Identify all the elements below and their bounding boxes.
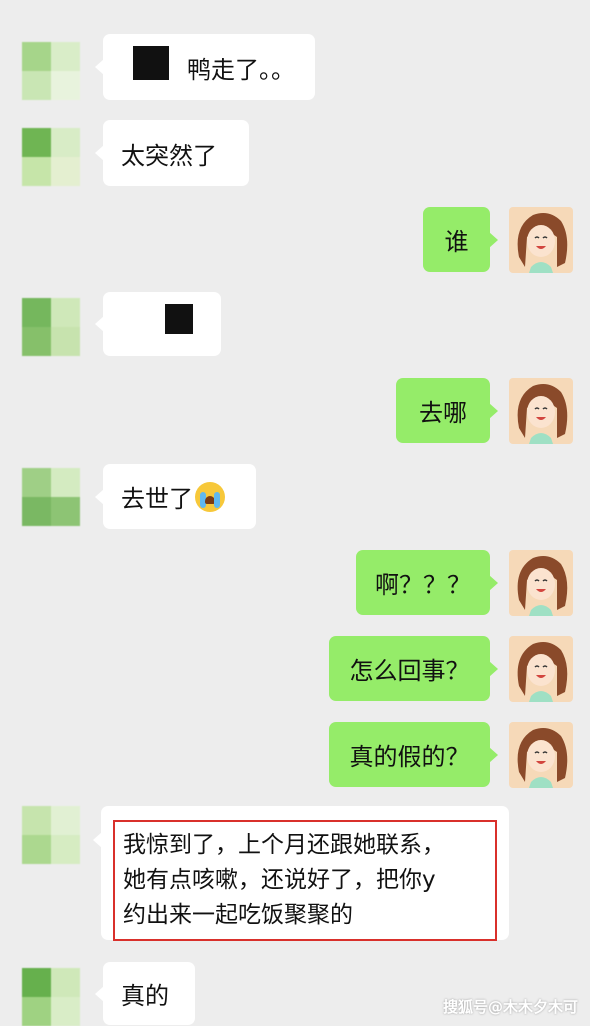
contact-avatar[interactable]	[22, 298, 80, 356]
message-text: 去哪	[419, 399, 467, 427]
message-bubble[interactable]: 真的	[95, 962, 195, 1025]
message-text: 去世了	[121, 485, 193, 513]
contact-avatar[interactable]	[22, 968, 80, 1026]
user-avatar[interactable]	[509, 207, 573, 273]
message-text: 太突然了	[121, 141, 217, 170]
watermark: 搜狐号@木木夕木可	[442, 998, 578, 1016]
message-text-line: 我惊到了，上个月还跟她联系，	[123, 832, 445, 858]
redaction-block	[133, 46, 169, 80]
message-bubble[interactable]: 真的假的？	[329, 722, 498, 787]
redaction-block	[165, 304, 193, 334]
message-bubble[interactable]: 谁	[423, 207, 498, 272]
message-text: 谁	[444, 228, 469, 256]
contact-avatar[interactable]	[22, 128, 80, 186]
message-text-line: 她有点咳嗽，还说好了，把你y	[123, 867, 436, 893]
message-bubble[interactable]: 去世了	[95, 464, 256, 529]
message-text: 啊？？？	[375, 571, 471, 599]
message-text: 真的假的？	[349, 743, 470, 771]
message-bubble[interactable]: 啊？？？	[356, 550, 498, 615]
contact-avatar[interactable]	[22, 806, 80, 864]
message-bubble[interactable]: 去哪	[396, 378, 498, 443]
message-bubble[interactable]: 我惊到了，上个月还跟她联系， 她有点咳嗽，还说好了，把你y 约出来一起吃饭聚聚的	[93, 806, 509, 941]
contact-avatar[interactable]	[22, 42, 80, 100]
message-text: 鸭走了。。	[187, 55, 295, 84]
message-text: 真的	[121, 982, 169, 1010]
highlight-box: 我惊到了，上个月还跟她联系， 她有点咳嗽，还说好了，把你y 约出来一起吃饭聚聚的	[113, 820, 497, 941]
crying-face-icon	[195, 481, 225, 512]
message-text: 怎么回事？	[349, 657, 470, 685]
message-bubble[interactable]: 太突然了	[95, 120, 249, 186]
contact-avatar[interactable]	[22, 468, 80, 526]
message-text-line: 约出来一起吃饭聚聚的	[123, 902, 353, 928]
message-bubble[interactable]	[95, 292, 221, 356]
user-avatar[interactable]	[509, 550, 573, 616]
message-bubble[interactable]: 怎么回事？	[329, 636, 498, 701]
message-bubble[interactable]: 鸭走了。。	[95, 34, 315, 100]
user-avatar[interactable]	[509, 378, 573, 444]
user-avatar[interactable]	[509, 636, 573, 702]
user-avatar[interactable]	[509, 722, 573, 788]
